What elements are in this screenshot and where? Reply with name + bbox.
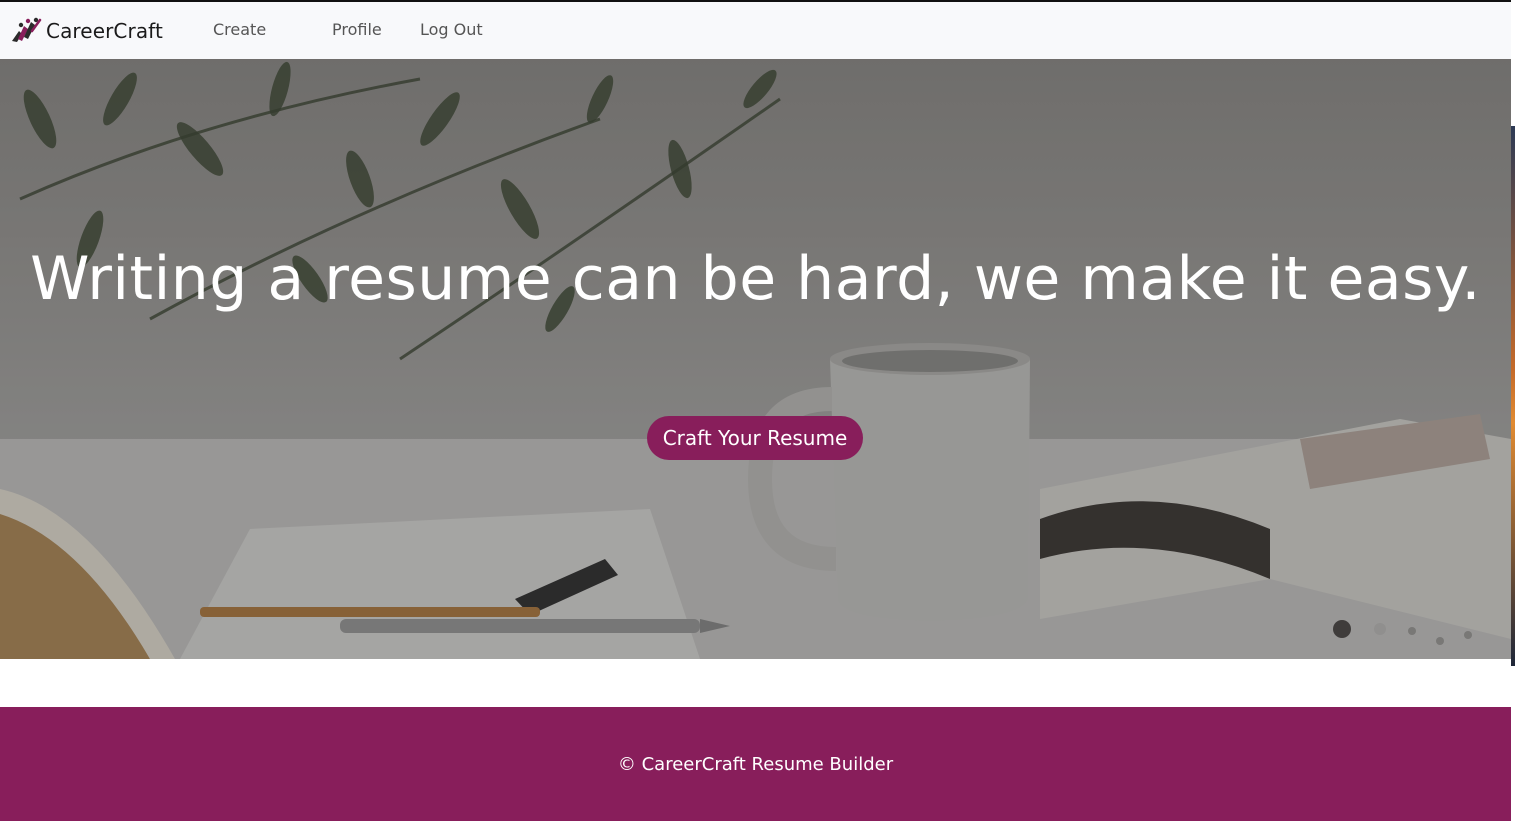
page: CareerCraft Create Profile Log Out Writi… [0,0,1515,821]
footer-copyright: © CareerCraft Resume Builder [617,753,894,775]
hero-title: Writing a resume can be hard, we make it… [30,244,1481,314]
nav-create-link[interactable]: Create [213,20,266,39]
brand-name: CareerCraft [46,18,163,43]
nav-logout-link[interactable]: Log Out [420,20,483,39]
window-edge-strip [1511,126,1515,666]
footer: © CareerCraft Resume Builder [0,707,1511,821]
hero-dim-overlay [0,59,1511,659]
navbar: CareerCraft Create Profile Log Out [0,2,1511,59]
craft-resume-button[interactable]: Craft Your Resume [647,416,863,460]
nav-profile-link[interactable]: Profile [332,20,382,39]
brand-link[interactable]: CareerCraft [10,17,163,45]
running-figures-logo-icon [12,17,42,42]
hero-section: Writing a resume can be hard, we make it… [0,59,1511,659]
